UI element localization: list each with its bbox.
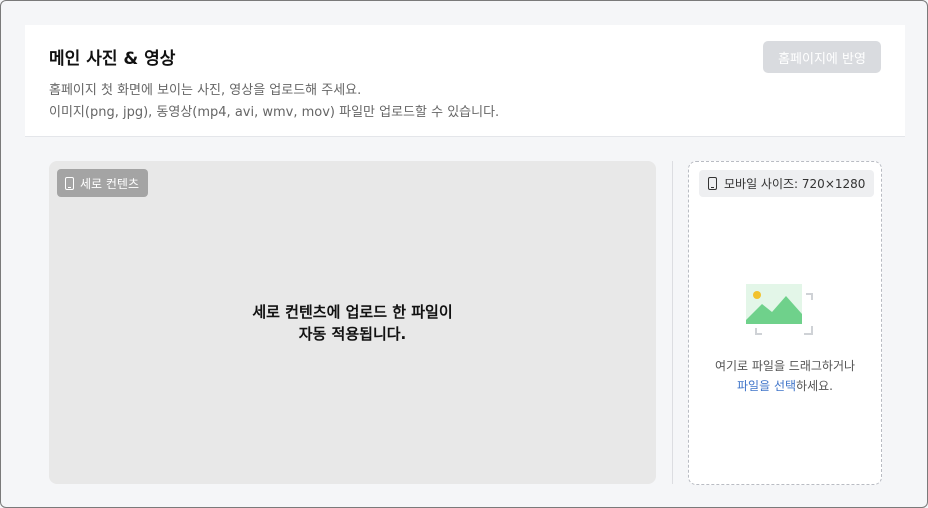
vertical-content-preview: 세로 컨텐츠 세로 컨텐츠에 업로드 한 파일이 자동 적용됩니다. — [49, 161, 656, 484]
preview-message-line-2: 자동 적용됩니다. — [298, 325, 407, 343]
phone-icon — [708, 177, 717, 190]
divider — [672, 161, 673, 484]
apply-to-homepage-button[interactable]: 홈페이지에 반영 — [763, 41, 881, 73]
select-instruction: 파일을 선택하세요. — [689, 376, 881, 396]
description-line-2: 이미지(png, jpg), 동영상(mp4, avi, wmv, mov) 파… — [49, 105, 500, 120]
image-placeholder-icon — [746, 284, 813, 335]
vertical-content-tag-label: 세로 컨텐츠 — [80, 176, 140, 191]
vertical-content-tag: 세로 컨텐츠 — [57, 169, 149, 197]
description-line-1: 홈페이지 첫 화면에 보이는 사진, 영상을 업로드해 주세요. — [49, 83, 362, 98]
editor-panel: 메인 사진 & 영상 홈페이지 첫 화면에 보이는 사진, 영상을 업로드해 주… — [0, 0, 928, 508]
file-upload-dropzone[interactable]: 모바일 사이즈: 720×1280 여기로 파일을 드래그하거나 파일을 선택하… — [688, 161, 882, 485]
select-file-link[interactable]: 파일을 선택 — [737, 379, 796, 393]
phone-icon — [65, 176, 74, 190]
preview-message: 세로 컨텐츠에 업로드 한 파일이 자동 적용됩니다. — [49, 301, 656, 345]
mobile-size-label: 모바일 사이즈: 720×1280 — [724, 177, 866, 191]
section-header: 메인 사진 & 영상 홈페이지 첫 화면에 보이는 사진, 영상을 업로드해 주… — [25, 25, 905, 137]
select-suffix: 하세요. — [796, 379, 833, 393]
mobile-size-tag: 모바일 사이즈: 720×1280 — [699, 170, 875, 197]
preview-message-line-1: 세로 컨텐츠에 업로드 한 파일이 — [252, 303, 453, 321]
upload-instructions: 여기로 파일을 드래그하거나 파일을 선택하세요. — [689, 356, 881, 396]
drag-instruction: 여기로 파일을 드래그하거나 — [714, 359, 856, 373]
page-title: 메인 사진 & 영상 — [49, 49, 176, 69]
